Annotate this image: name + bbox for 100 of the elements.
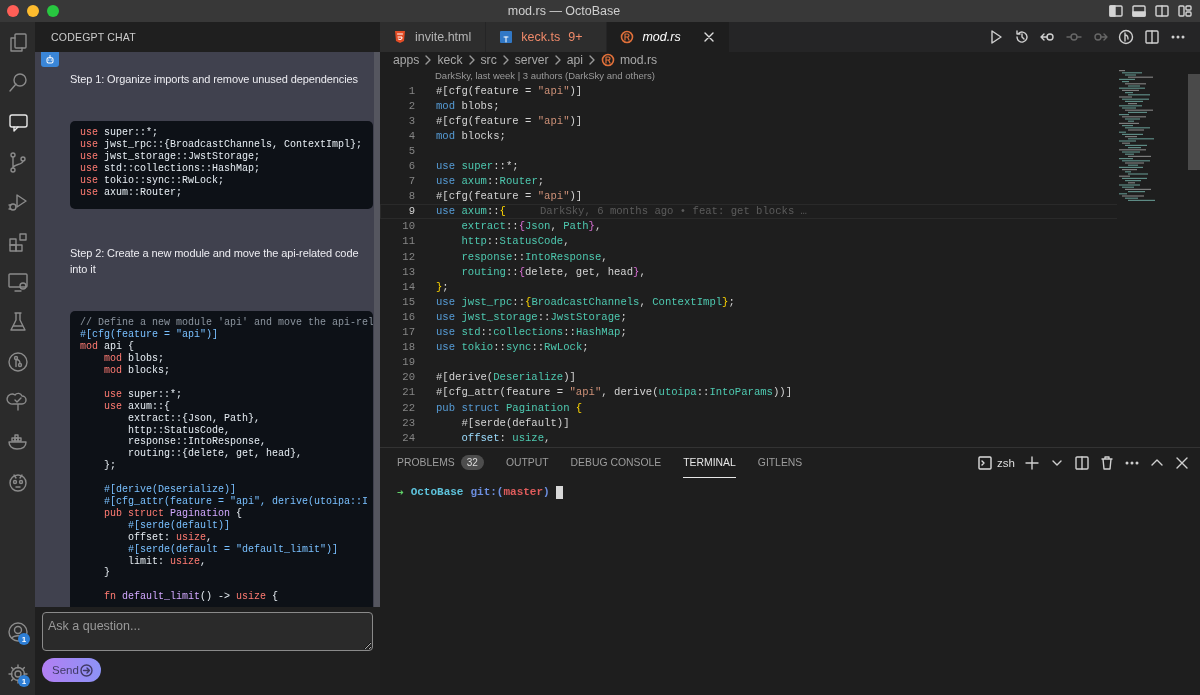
rust-file-icon bbox=[600, 53, 615, 67]
line-number: 12 bbox=[401, 250, 416, 263]
gitlens-icon[interactable] bbox=[1118, 29, 1134, 45]
sidebar-layout-icon[interactable] bbox=[1109, 4, 1123, 18]
code-line: #[derive(Deserialize)] bbox=[103, 484, 237, 496]
chevron-icon bbox=[467, 55, 476, 65]
code-line: use super::*; bbox=[80, 127, 159, 139]
history-icon[interactable] bbox=[1014, 29, 1030, 45]
close-icon[interactable] bbox=[1174, 455, 1190, 471]
minimap-drawing[interactable] bbox=[1119, 70, 1155, 201]
chevron-icon bbox=[501, 55, 510, 65]
close-icon[interactable] bbox=[702, 31, 715, 43]
chevron-icon bbox=[553, 55, 562, 65]
ts-file-icon bbox=[499, 30, 514, 44]
split-editor-icon[interactable] bbox=[1144, 29, 1160, 45]
message-text: Step 1: Organize imports and remove unused dependencies bbox=[70, 72, 359, 87]
run-icon[interactable] bbox=[988, 29, 1004, 45]
window-control[interactable] bbox=[47, 5, 59, 17]
tree-check-icon[interactable] bbox=[5, 390, 30, 414]
code-line: pub struct Pagination { bbox=[103, 507, 243, 520]
blame-annotation: DarkSky, 6 months ago • feat: get blocks … bbox=[539, 205, 807, 218]
breadcrumb-item[interactable]: src bbox=[480, 53, 497, 67]
text-cursor bbox=[555, 486, 563, 499]
line-number: 20 bbox=[401, 371, 416, 384]
terminal-icon bbox=[978, 456, 993, 470]
window-control[interactable] bbox=[7, 5, 19, 17]
panel-tab[interactable]: PROBLEMS 32 bbox=[397, 448, 484, 478]
split-icon[interactable] bbox=[1074, 455, 1090, 471]
code-line: #[cfg(feature = "api")] bbox=[436, 84, 583, 97]
trash-icon[interactable] bbox=[1099, 455, 1115, 471]
code-line: mod blocks; bbox=[436, 129, 506, 142]
editor-tab[interactable]: invite.html bbox=[380, 22, 487, 52]
scrollbar[interactable] bbox=[374, 52, 380, 607]
line-number: 11 bbox=[401, 235, 416, 248]
message-text: Step 2: Create a new module and move the api-related code into it bbox=[70, 246, 360, 278]
plus-icon[interactable] bbox=[1024, 455, 1040, 471]
line-number: 3 bbox=[407, 114, 416, 127]
scrollbar[interactable] bbox=[1188, 74, 1200, 170]
breadcrumb-item[interactable]: mod.rs bbox=[619, 53, 658, 67]
editor-tab[interactable]: mod.rs bbox=[607, 22, 730, 52]
code-line: use jwst_storage::JwstStorage; bbox=[436, 310, 627, 323]
breadcrumb-item[interactable]: server bbox=[514, 53, 549, 67]
line-number: 17 bbox=[401, 326, 416, 339]
line-number: 15 bbox=[401, 295, 416, 308]
panel-tab[interactable]: TERMINAL bbox=[683, 448, 736, 478]
breadcrumb-item[interactable]: apps bbox=[393, 53, 420, 67]
code-line: mod blobs; bbox=[103, 353, 165, 365]
code-line: use tokio::sync::RwLock; bbox=[436, 341, 589, 354]
code-line: }; bbox=[103, 460, 116, 473]
code-line: http::StatusCode, bbox=[460, 235, 570, 248]
breadcrumb-item[interactable]: keck bbox=[437, 53, 463, 67]
code-line: #[serde(default)] bbox=[127, 519, 231, 532]
panel-layout-icon[interactable] bbox=[1132, 4, 1146, 18]
line-number: 2 bbox=[407, 99, 416, 112]
terminal-profile[interactable]: zsh bbox=[978, 456, 1015, 470]
question-field[interactable]: Ask a question... bbox=[42, 612, 373, 651]
code-line: extract::{Json, Path}, bbox=[460, 220, 602, 233]
code-line: use axum::{ bbox=[436, 205, 506, 218]
line-number: 4 bbox=[407, 129, 416, 142]
settings-icon[interactable] bbox=[5, 662, 30, 686]
blame-annotation[interactable]: DarkSky, last week | 3 authors (DarkSky and others) bbox=[435, 70, 655, 81]
rust-file-icon bbox=[620, 30, 635, 44]
line-number: 16 bbox=[401, 310, 416, 323]
panel-tab[interactable]: DEBUG CONSOLE bbox=[570, 448, 662, 478]
line-number: 22 bbox=[401, 401, 416, 414]
terminal-prompt: ➜ OctoBase git:(master) bbox=[397, 486, 550, 499]
line-number: 10 bbox=[401, 220, 416, 233]
code-line: use jwst_storage::JwstStorage; bbox=[80, 150, 261, 163]
split-layout-icon[interactable] bbox=[1155, 4, 1169, 18]
code-line: use axum::Router; bbox=[436, 175, 545, 188]
code-line: } bbox=[103, 567, 110, 580]
code-line: use axum::Router; bbox=[80, 186, 183, 199]
gitlens-icon[interactable] bbox=[5, 350, 30, 374]
grid-layout-icon[interactable] bbox=[1178, 4, 1192, 18]
panel-tab[interactable]: OUTPUT bbox=[505, 448, 549, 478]
code-line: #[serde(default)] bbox=[460, 416, 570, 429]
code-line: use std::collections::HashMap; bbox=[436, 326, 627, 339]
line-number: 5 bbox=[407, 144, 416, 157]
line-number: 1 bbox=[407, 84, 416, 97]
panel-tab[interactable]: GITLENS bbox=[757, 448, 803, 478]
window-control[interactable] bbox=[27, 5, 39, 17]
send-button[interactable]: Send bbox=[42, 658, 101, 682]
editor-tab[interactable]: keck.ts 9+ bbox=[486, 22, 608, 52]
code-line: http::StatusCode, bbox=[127, 424, 231, 437]
code-line: mod blobs; bbox=[436, 99, 500, 112]
code-line: extract::{Json, Path}, bbox=[127, 412, 261, 425]
code-line: #[cfg(feature = "api")] bbox=[80, 329, 219, 341]
code-line: response::IntoResponse, bbox=[127, 436, 267, 448]
code-line: use super::*; bbox=[103, 388, 183, 401]
code-line: #[cfg_attr(feature = "api", derive(utoipa::I bbox=[103, 496, 369, 508]
monitor-icon[interactable] bbox=[5, 270, 30, 294]
code-line: #[serde(default = "default_limit")] bbox=[127, 543, 339, 556]
count-badge: 32 bbox=[460, 455, 484, 470]
breadcrumb-item[interactable]: api bbox=[566, 53, 583, 67]
line-number: 7 bbox=[407, 175, 416, 188]
code-line: }; bbox=[436, 280, 449, 293]
code-line: mod api { bbox=[80, 341, 135, 353]
line-number: 9 bbox=[407, 205, 416, 218]
code-line: use super::*; bbox=[436, 160, 519, 172]
bot-icon bbox=[44, 53, 56, 66]
